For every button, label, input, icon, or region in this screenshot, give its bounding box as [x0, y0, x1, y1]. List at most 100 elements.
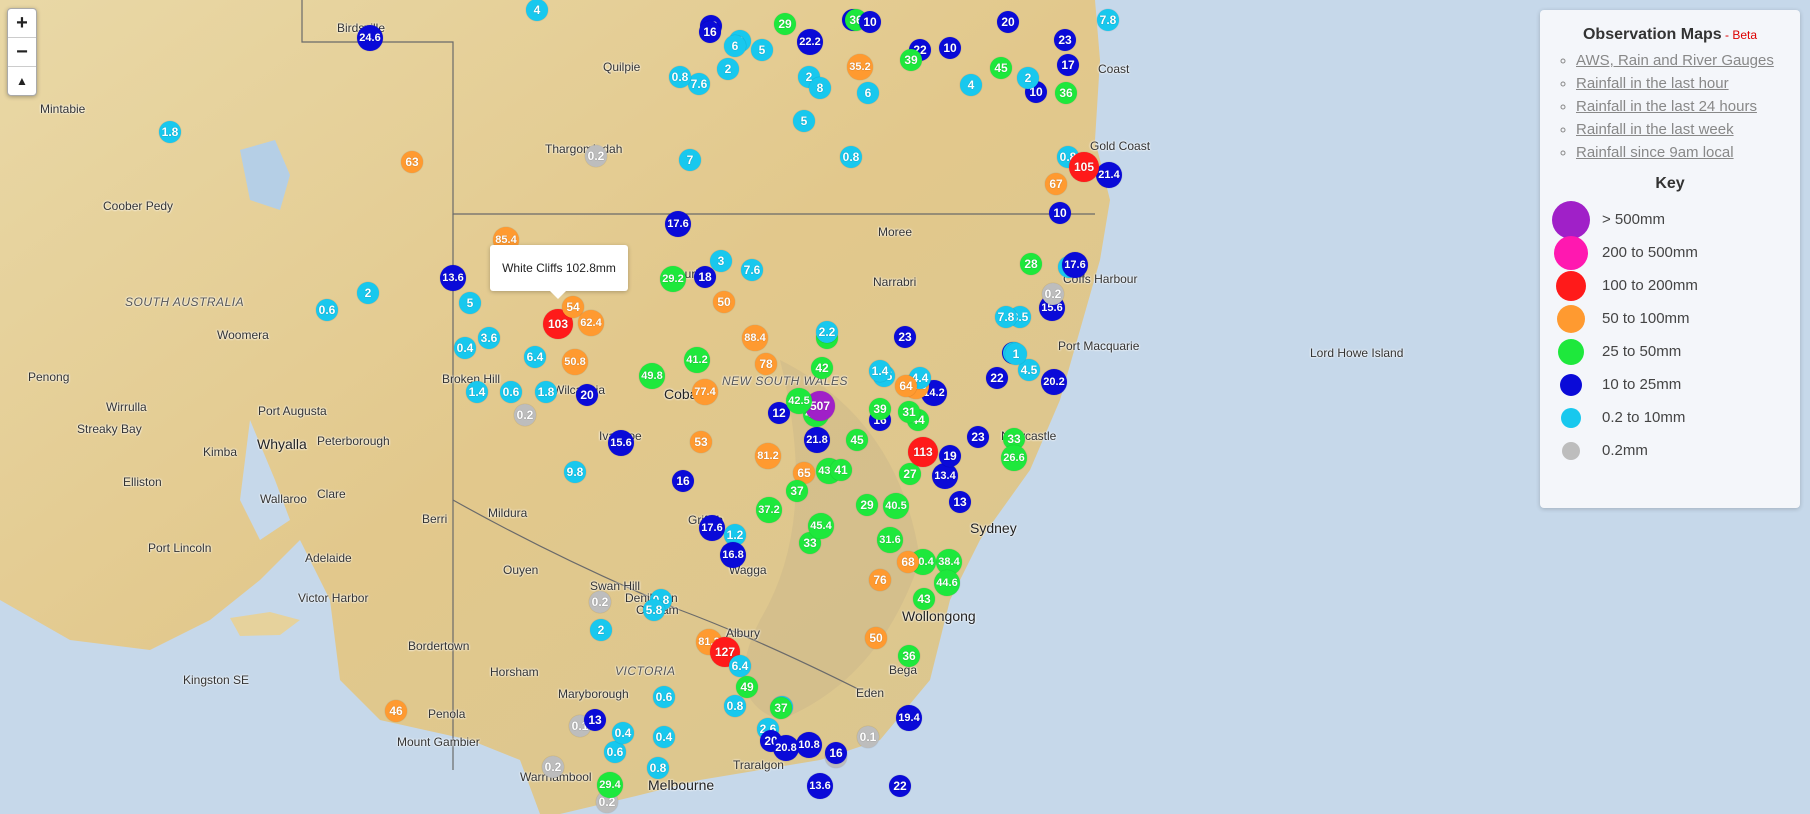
rainfall-marker[interactable]: 43 — [913, 588, 935, 610]
rainfall-marker[interactable]: 1.8 — [535, 381, 557, 403]
rainfall-marker[interactable]: 6.4 — [524, 346, 546, 368]
rainfall-marker[interactable]: 13.4 — [932, 463, 958, 489]
rainfall-marker[interactable]: 3.6 — [478, 327, 500, 349]
rainfall-marker[interactable]: 0.4 — [612, 722, 634, 744]
rainfall-marker[interactable]: 50.8 — [562, 349, 588, 375]
rainfall-marker[interactable]: 22 — [986, 367, 1008, 389]
rainfall-marker[interactable]: 105 — [1069, 152, 1099, 182]
rainfall-marker[interactable]: 0.6 — [604, 741, 626, 763]
rainfall-marker[interactable]: 41 — [830, 459, 852, 481]
rainfall-marker[interactable]: 7.8 — [995, 306, 1017, 328]
rainfall-marker[interactable]: 37 — [786, 480, 808, 502]
rainfall-marker[interactable]: 67 — [1045, 173, 1067, 195]
rainfall-marker[interactable]: 2 — [1017, 67, 1039, 89]
rainfall-marker[interactable]: 15.6 — [608, 430, 634, 456]
rainfall-marker[interactable]: 2.2 — [816, 321, 838, 343]
link-rain-24-hours[interactable]: Rainfall in the last 24 hours — [1576, 98, 1757, 115]
rainfall-marker[interactable]: 0.6 — [653, 686, 675, 708]
rainfall-marker[interactable]: 1.4 — [869, 360, 891, 382]
rainfall-marker[interactable]: 7.8 — [1097, 9, 1119, 31]
rainfall-marker[interactable]: 5 — [793, 110, 815, 132]
zoom-out-button[interactable]: − — [8, 38, 36, 67]
rainfall-marker[interactable]: 31 — [898, 401, 920, 423]
rainfall-marker[interactable]: 81.2 — [755, 443, 781, 469]
rainfall-marker[interactable]: 29.4 — [597, 772, 623, 798]
rainfall-marker[interactable]: 13.6 — [807, 773, 833, 799]
link-rain-last-week[interactable]: Rainfall in the last week — [1576, 121, 1734, 138]
rainfall-marker[interactable]: 7.6 — [741, 259, 763, 281]
rainfall-marker[interactable]: 68 — [897, 551, 919, 573]
rainfall-marker[interactable]: 0.2 — [542, 756, 564, 778]
rainfall-marker[interactable]: 10 — [1049, 202, 1071, 224]
rainfall-marker[interactable]: 42.5 — [786, 388, 812, 414]
rainfall-marker[interactable]: 23 — [894, 326, 916, 348]
rainfall-marker[interactable]: 16 — [825, 742, 847, 764]
rainfall-marker[interactable]: 0.6 — [316, 299, 338, 321]
rainfall-marker[interactable]: 0.8 — [647, 757, 669, 779]
map-canvas[interactable]: BirdsvilleQuilpieMintabieThargomindahCoo… — [0, 0, 1810, 814]
rainfall-marker[interactable]: 5 — [459, 292, 481, 314]
rainfall-marker[interactable]: 10 — [859, 11, 881, 33]
rainfall-marker[interactable]: 13 — [584, 709, 606, 731]
rainfall-marker[interactable]: 2 — [357, 282, 379, 304]
rainfall-marker[interactable]: 19 — [939, 445, 961, 467]
link-rain-last-hour[interactable]: Rainfall in the last hour — [1576, 75, 1729, 92]
rainfall-marker[interactable]: 46 — [385, 700, 407, 722]
rainfall-marker[interactable]: 0.8 — [840, 146, 862, 168]
rainfall-marker[interactable]: 39 — [869, 398, 891, 420]
rainfall-marker[interactable]: 0.2 — [514, 404, 536, 426]
rainfall-marker[interactable]: 64 — [895, 375, 917, 397]
rainfall-marker[interactable]: 16 — [672, 470, 694, 492]
rainfall-marker[interactable]: 0.2 — [585, 145, 607, 167]
rainfall-marker[interactable]: 29.2 — [660, 266, 686, 292]
rainfall-marker[interactable]: 49.8 — [639, 363, 665, 389]
rainfall-marker[interactable]: 16 — [699, 21, 721, 43]
rainfall-marker[interactable]: 17 — [1057, 54, 1079, 76]
rainfall-marker[interactable]: 6 — [857, 82, 879, 104]
rainfall-marker[interactable]: 44.6 — [934, 570, 960, 596]
link-rain-since-9am[interactable]: Rainfall since 9am local — [1576, 144, 1734, 161]
rainfall-marker[interactable]: 21.4 — [1096, 162, 1122, 188]
rainfall-marker[interactable]: 22.2 — [797, 29, 823, 55]
rainfall-marker[interactable]: 8 — [809, 77, 831, 99]
rainfall-marker[interactable]: 35.2 — [847, 54, 873, 80]
rainfall-marker[interactable]: 62.4 — [578, 310, 604, 336]
rainfall-marker[interactable]: 45 — [990, 57, 1012, 79]
rainfall-marker[interactable]: 4 — [960, 74, 982, 96]
rainfall-marker[interactable]: 3 — [710, 250, 732, 272]
rainfall-marker[interactable]: 29 — [856, 494, 878, 516]
rainfall-marker[interactable]: 0.8 — [724, 695, 746, 717]
rainfall-marker[interactable]: 1.4 — [466, 381, 488, 403]
rainfall-marker[interactable]: 0.6 — [500, 381, 522, 403]
rainfall-marker[interactable]: 49 — [736, 676, 758, 698]
rainfall-marker[interactable]: 0.2 — [589, 591, 611, 613]
rainfall-marker[interactable]: 18 — [694, 266, 716, 288]
rainfall-marker[interactable]: 16.8 — [720, 542, 746, 568]
link-aws-gauges[interactable]: AWS, Rain and River Gauges — [1576, 52, 1774, 69]
rainfall-marker[interactable]: 19.4 — [896, 705, 922, 731]
rainfall-marker[interactable]: 63 — [401, 151, 423, 173]
rainfall-marker[interactable]: 23 — [967, 426, 989, 448]
rainfall-marker[interactable]: 2 — [717, 58, 739, 80]
rainfall-marker[interactable]: 50 — [865, 627, 887, 649]
rainfall-marker[interactable]: 1 — [1005, 343, 1027, 365]
rainfall-marker[interactable]: 20.8 — [773, 735, 799, 761]
rainfall-marker[interactable]: 7 — [679, 149, 701, 171]
rainfall-marker[interactable]: 26.6 — [1001, 445, 1027, 471]
rainfall-marker[interactable]: 88.4 — [742, 325, 768, 351]
rainfall-marker[interactable]: 50 — [713, 291, 735, 313]
rainfall-marker[interactable]: 53 — [690, 431, 712, 453]
rainfall-marker[interactable]: 28 — [1020, 253, 1042, 275]
rainfall-marker[interactable]: 45.4 — [808, 513, 834, 539]
rainfall-marker[interactable]: 6 — [724, 35, 746, 57]
rainfall-marker[interactable]: 22 — [889, 775, 911, 797]
rainfall-marker[interactable]: 37.2 — [756, 497, 782, 523]
rainfall-marker[interactable]: 24.6 — [357, 25, 383, 51]
rainfall-marker[interactable]: 0.1 — [857, 726, 879, 748]
rainfall-marker[interactable]: 0.4 — [454, 337, 476, 359]
rainfall-marker[interactable]: 23 — [1054, 29, 1076, 51]
rainfall-marker[interactable]: 5.8 — [643, 599, 665, 621]
rainfall-marker[interactable]: 0.4 — [653, 726, 675, 748]
rainfall-marker[interactable]: 4 — [526, 0, 548, 21]
rainfall-marker[interactable]: 13 — [949, 491, 971, 513]
